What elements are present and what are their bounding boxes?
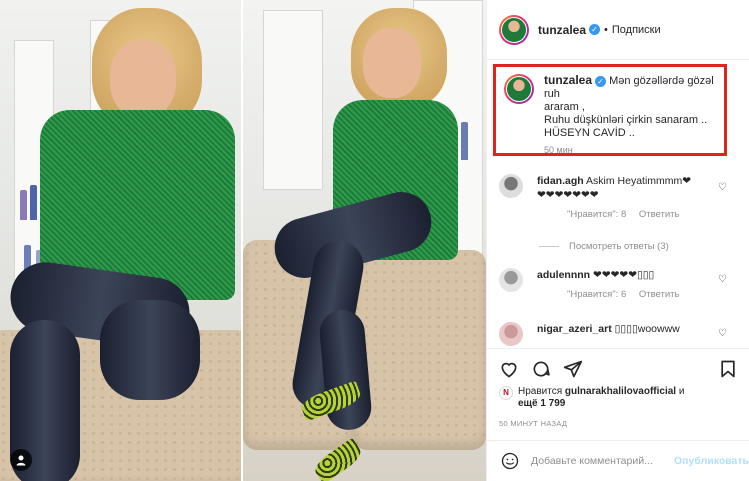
- caption-line: HÜSEYN CAVİD ..: [544, 127, 635, 139]
- view-replies-button[interactable]: Посмотреть ответы (3): [539, 241, 669, 252]
- comments-list: fidan.agh Askim Heyatimmmm❤ ❤❤❤❤❤❤❤ "Нра…: [487, 166, 749, 346]
- caption-line: Ruhu düşkünləri çirkin sanaram ..: [544, 114, 708, 126]
- comment-text: Askim Heyatimmmm❤: [586, 175, 692, 187]
- liked-by-suffix: и: [678, 386, 685, 397]
- likes-summary: N Нравится gulnarakhalilovaofficial и ещ…: [499, 386, 739, 410]
- separator-dot: •: [604, 23, 608, 36]
- heart-icon[interactable]: [499, 359, 519, 379]
- author-avatar[interactable]: [499, 14, 529, 45]
- caption-line: araram ,: [544, 101, 585, 113]
- post-timestamp[interactable]: 50 МИНУТ НАЗАД: [499, 419, 567, 428]
- heart-icon[interactable]: ♡: [718, 182, 727, 193]
- heart-icon[interactable]: ♡: [718, 274, 727, 285]
- commenter-avatar[interactable]: [499, 268, 523, 292]
- commenter-avatar[interactable]: [499, 174, 523, 198]
- commenter-username[interactable]: nigar_azeri_art: [537, 323, 612, 335]
- liked-by-others[interactable]: ещё 1 799: [518, 398, 565, 409]
- share-icon[interactable]: [563, 359, 583, 379]
- post-photo[interactable]: [0, 0, 486, 481]
- comment-item: nigar_azeri_art ▯▯▯▯woowww ♡: [499, 322, 739, 346]
- post-header: tunzalea ✓ • Подписки: [487, 0, 749, 60]
- comment-item: fidan.agh Askim Heyatimmmm❤ ❤❤❤❤❤❤❤ "Нра…: [499, 174, 739, 222]
- liker-avatar[interactable]: N: [499, 386, 513, 400]
- photo-left-panel: [0, 0, 250, 481]
- comment-input[interactable]: [531, 455, 666, 467]
- caption-highlight-box: tunzalea ✓ Mən gözəllərdə gözəl ruh arara…: [493, 64, 727, 156]
- commenter-username[interactable]: adulennnn: [537, 269, 590, 281]
- bookmark-icon[interactable]: [718, 359, 738, 379]
- verified-badge-icon: ✓: [589, 24, 601, 35]
- caption-author-username[interactable]: tunzalea: [544, 73, 592, 87]
- photo-right-panel: [243, 0, 486, 481]
- liked-by-user[interactable]: gulnarakhalilovaofficial: [565, 386, 676, 397]
- reply-button[interactable]: Ответить: [639, 209, 680, 220]
- action-bar: [487, 348, 749, 388]
- caption-text: tunzalea ✓ Mən gözəllərdə gözəl ruh arara…: [544, 73, 718, 156]
- comment-like-count[interactable]: "Нравится": 8: [567, 209, 626, 220]
- commenter-username[interactable]: fidan.agh: [537, 175, 584, 187]
- comment-composer: Опубликовать: [487, 440, 749, 481]
- comment-text: ▯▯▯▯woowww: [614, 323, 680, 335]
- author-username[interactable]: tunzalea: [538, 23, 586, 37]
- caption-author-avatar[interactable]: [504, 74, 534, 104]
- publish-button[interactable]: Опубликовать: [674, 455, 749, 467]
- post-side-panel: tunzalea ✓ • Подписки tunzalea ✓ Mən gözə…: [486, 0, 749, 481]
- verified-badge-icon: ✓: [595, 75, 607, 87]
- comment-like-count[interactable]: "Нравится": 6: [567, 289, 626, 300]
- profile-tag-icon[interactable]: [10, 449, 32, 471]
- caption-timestamp: 50 мин: [544, 145, 573, 155]
- comment-text: ❤❤❤❤❤▯▯▯: [593, 269, 655, 281]
- comment-icon[interactable]: [531, 359, 551, 379]
- heart-icon[interactable]: ♡: [718, 328, 727, 339]
- comment-item: adulennnn ❤❤❤❤❤▯▯▯ "Нравится": 6 Ответит…: [499, 268, 739, 302]
- commenter-avatar[interactable]: [499, 322, 523, 346]
- follow-button[interactable]: Подписки: [612, 24, 661, 36]
- reply-button[interactable]: Ответить: [639, 289, 680, 300]
- emoji-icon[interactable]: [501, 452, 519, 470]
- comment-text: ❤❤❤❤❤❤❤: [537, 189, 599, 201]
- liked-by-prefix: Нравится: [518, 386, 563, 397]
